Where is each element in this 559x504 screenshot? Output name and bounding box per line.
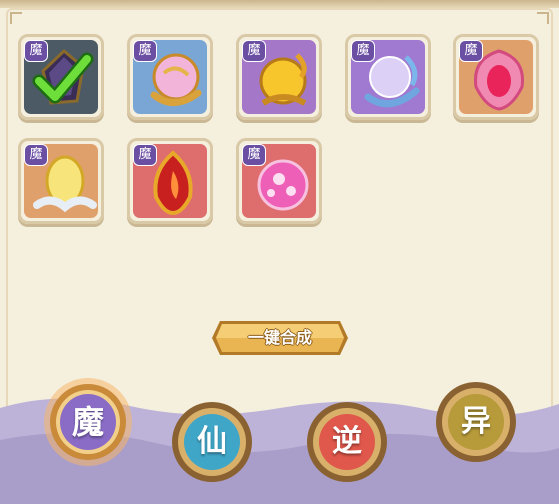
item-slot-1[interactable]: 魔 [18,34,104,120]
one-click-merge-button[interactable]: 一键合成 [210,315,350,361]
item-tag: 魔 [459,40,483,62]
merge-button-label: 一键合成 [247,328,312,347]
item-tag: 魔 [24,40,48,62]
top-rim [0,0,559,8]
tab-label: 异 [461,404,491,439]
frame-corner [10,12,22,24]
item-tag: 魔 [133,144,157,166]
item-slot-6[interactable]: 魔 [18,138,104,224]
item-tag: 魔 [242,40,266,62]
item-slot-2[interactable]: 魔 [127,34,213,120]
item-tag: 魔 [351,40,375,62]
frame-corner [537,12,549,24]
item-slot-7[interactable]: 魔 [127,138,213,224]
item-tag: 魔 [133,40,157,62]
tab-exotic[interactable]: 异 [432,378,520,466]
item-slot-3[interactable]: 魔 [236,34,322,120]
item-slot-8[interactable]: 魔 [236,138,322,224]
synthesis-panel: 魔 魔 魔 魔 魔 魔 魔 魔 一键合成 魔 仙 逆 异 [0,0,559,504]
tab-label: 仙 [197,424,227,459]
item-tag: 魔 [24,144,48,166]
tab-demon[interactable]: 魔 [42,376,134,468]
item-slot-4[interactable]: 魔 [345,34,431,120]
tab-label: 魔 [71,403,104,441]
item-slot-5[interactable]: 魔 [453,34,539,120]
tab-label: 逆 [332,424,362,459]
tab-rebel[interactable]: 逆 [303,398,391,486]
tab-immortal[interactable]: 仙 [168,398,256,486]
item-tag: 魔 [242,144,266,166]
